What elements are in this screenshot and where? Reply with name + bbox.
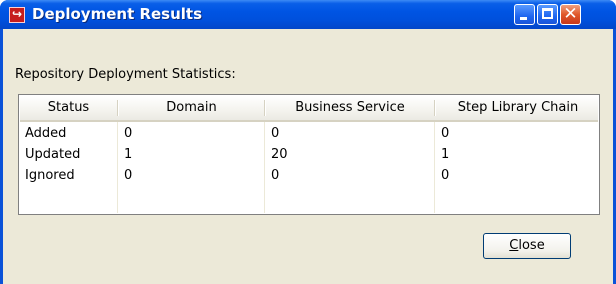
table-row[interactable]: Added 0 0 0 (20, 123, 598, 144)
table-row[interactable]: Updated 1 20 1 (20, 144, 598, 165)
title-bar[interactable]: ↪ Deployment Results ✕ (0, 0, 616, 29)
dialog-window: ↪ Deployment Results ✕ Repository Deploy… (0, 0, 616, 284)
column-header-status[interactable]: Status (20, 96, 117, 120)
close-button[interactable]: Close (483, 233, 571, 259)
column-header-business-service[interactable]: Business Service (266, 96, 434, 120)
cell-step-library-chain: 0 (441, 126, 450, 141)
cell-domain: 0 (124, 168, 133, 183)
cell-business-service: 0 (271, 168, 280, 183)
table-row[interactable]: Ignored 0 0 0 (20, 165, 598, 186)
app-icon: ↪ (9, 7, 25, 23)
minimize-button[interactable] (514, 4, 535, 25)
cell-step-library-chain: 1 (441, 147, 450, 162)
close-window-button[interactable]: ✕ (560, 4, 581, 25)
cell-domain: 0 (124, 126, 133, 141)
window-title: Deployment Results (32, 5, 203, 23)
minimize-icon (520, 17, 527, 20)
column-header-domain[interactable]: Domain (119, 96, 264, 120)
cell-step-library-chain: 0 (441, 168, 450, 183)
cell-business-service: 0 (271, 126, 280, 141)
column-header-step-library-chain[interactable]: Step Library Chain (436, 96, 600, 120)
maximize-button[interactable] (537, 4, 558, 25)
cell-status: Added (25, 126, 67, 141)
table-header: Status Domain Business Service Step Libr… (20, 96, 598, 122)
close-button-label: lose (518, 238, 545, 253)
cell-status: Ignored (25, 168, 75, 183)
maximize-icon (542, 8, 553, 19)
cell-business-service: 20 (271, 147, 288, 162)
statistics-table[interactable]: Status Domain Business Service Step Libr… (18, 94, 600, 215)
close-button-mnemonic: C (509, 238, 519, 253)
cell-domain: 1 (124, 147, 133, 162)
close-icon: ✕ (563, 4, 578, 24)
cell-status: Updated (25, 147, 81, 162)
statistics-label: Repository Deployment Statistics: (15, 67, 236, 82)
